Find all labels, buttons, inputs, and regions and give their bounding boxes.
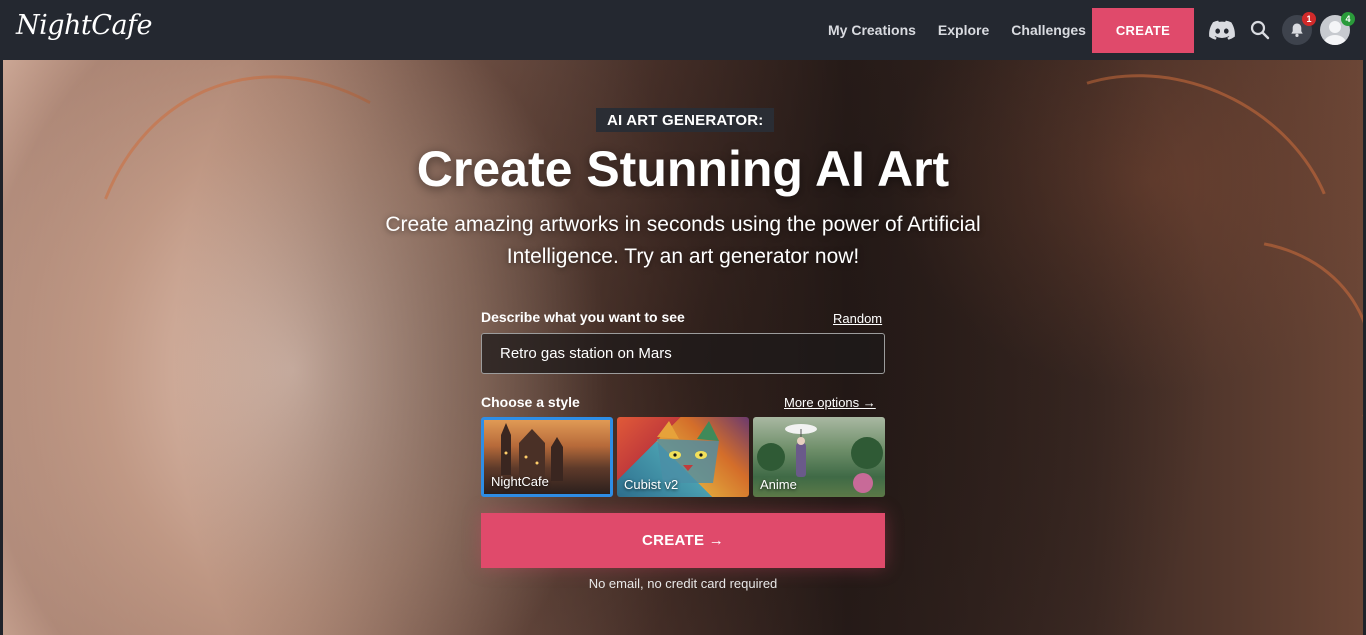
page-title: Create Stunning AI Art: [416, 141, 950, 197]
notification-badge: 1: [1302, 12, 1316, 26]
create-button[interactable]: CREATE →: [481, 513, 885, 568]
style-card-label: Cubist v2: [624, 477, 679, 492]
search-icon[interactable]: [1245, 15, 1275, 45]
nav-link-my-creations[interactable]: My Creations: [828, 22, 916, 38]
style-card-nightcafe[interactable]: NightCafe: [481, 417, 613, 497]
prompt-input[interactable]: [481, 333, 885, 374]
top-navbar: NightCafe My Creations Explore Challenge…: [0, 0, 1366, 60]
style-card-anime[interactable]: Anime: [753, 417, 885, 497]
more-options-link[interactable]: More options →: [784, 395, 876, 410]
style-card-label: NightCafe: [491, 474, 549, 489]
style-card-cubist[interactable]: Cubist v2: [617, 417, 749, 497]
style-label: Choose a style: [481, 394, 580, 410]
nav-link-challenges[interactable]: Challenges: [1011, 22, 1086, 38]
eyebrow-label: AI ART GENERATOR:: [596, 108, 775, 132]
style-card-label: Anime: [760, 477, 797, 492]
nav-link-explore[interactable]: Explore: [938, 22, 989, 38]
logo[interactable]: NightCafe: [16, 10, 153, 41]
page-subtitle: Create amazing artworks in seconds using…: [385, 213, 981, 268]
random-link[interactable]: Random: [833, 311, 882, 326]
footnote: No email, no credit card required: [588, 576, 778, 591]
nav-create-button[interactable]: CREATE: [1092, 8, 1194, 53]
prompt-label: Describe what you want to see: [481, 309, 685, 325]
discord-icon[interactable]: [1207, 15, 1237, 45]
nav-links: My Creations Explore Challenges: [828, 0, 1108, 60]
profile-badge: 4: [1341, 12, 1355, 26]
